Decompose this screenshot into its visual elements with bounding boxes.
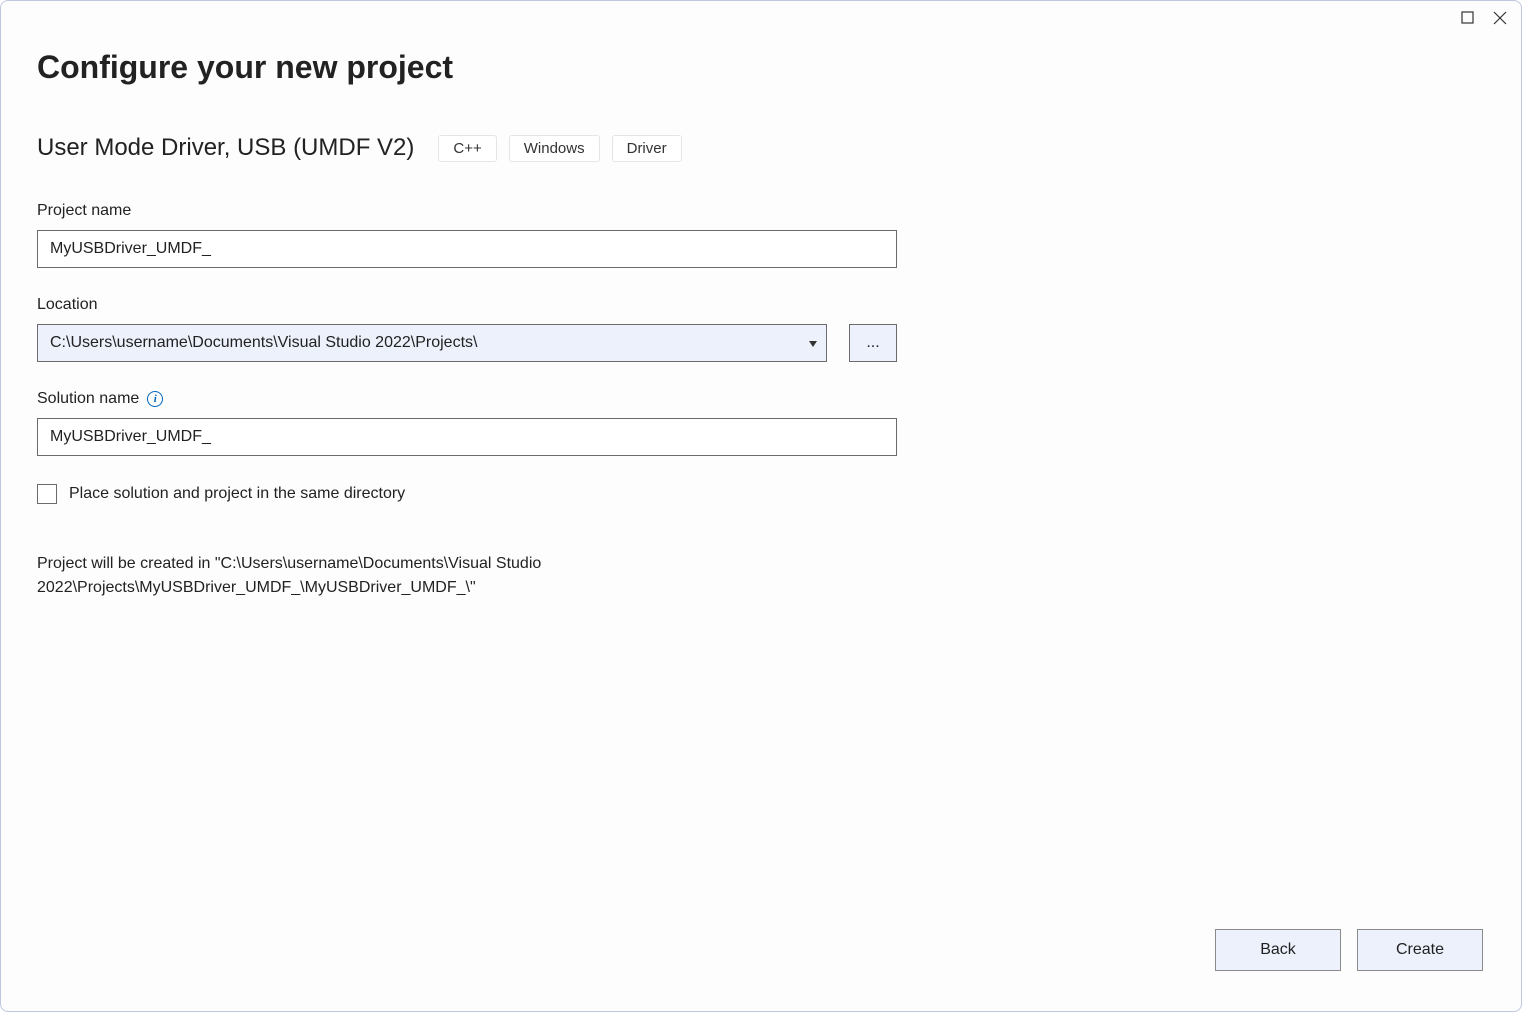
path-preview: Project will be created in "C:\Users\use… [37,552,897,600]
template-tags: C++ Windows Driver [438,135,681,162]
footer: Back Create [37,929,1485,975]
template-row: User Mode Driver, USB (UMDF V2) C++ Wind… [37,134,1485,162]
location-combo-wrap [37,324,827,362]
template-name: User Mode Driver, USB (UMDF V2) [37,134,414,162]
solution-name-group: Solution name i [37,390,897,456]
browse-button[interactable]: ... [849,324,897,362]
dialog-window: Configure your new project User Mode Dri… [0,0,1522,1012]
create-button[interactable]: Create [1357,929,1483,971]
tag-windows: Windows [509,135,600,162]
maximize-icon [1461,11,1475,25]
same-directory-label: Place solution and project in the same d… [69,485,405,503]
close-button[interactable] [1493,11,1507,25]
location-label: Location [37,296,897,314]
project-name-label: Project name [37,202,897,220]
location-input[interactable] [37,324,827,362]
same-directory-row: Place solution and project in the same d… [37,484,1485,504]
project-name-group: Project name [37,202,897,268]
info-icon[interactable]: i [147,391,163,407]
location-group: Location ... [37,296,897,362]
page-title: Configure your new project [37,49,1485,86]
solution-name-input[interactable] [37,418,897,456]
close-icon [1493,11,1507,25]
solution-name-label-row: Solution name i [37,390,897,408]
content-area: Configure your new project User Mode Dri… [1,1,1521,1011]
maximize-button[interactable] [1461,11,1475,25]
project-name-input[interactable] [37,230,897,268]
same-directory-checkbox[interactable] [37,484,57,504]
title-bar [1461,11,1507,25]
tag-driver: Driver [612,135,682,162]
solution-name-label: Solution name [37,390,139,408]
tag-cpp: C++ [438,135,496,162]
back-button[interactable]: Back [1215,929,1341,971]
location-row: ... [37,324,897,362]
